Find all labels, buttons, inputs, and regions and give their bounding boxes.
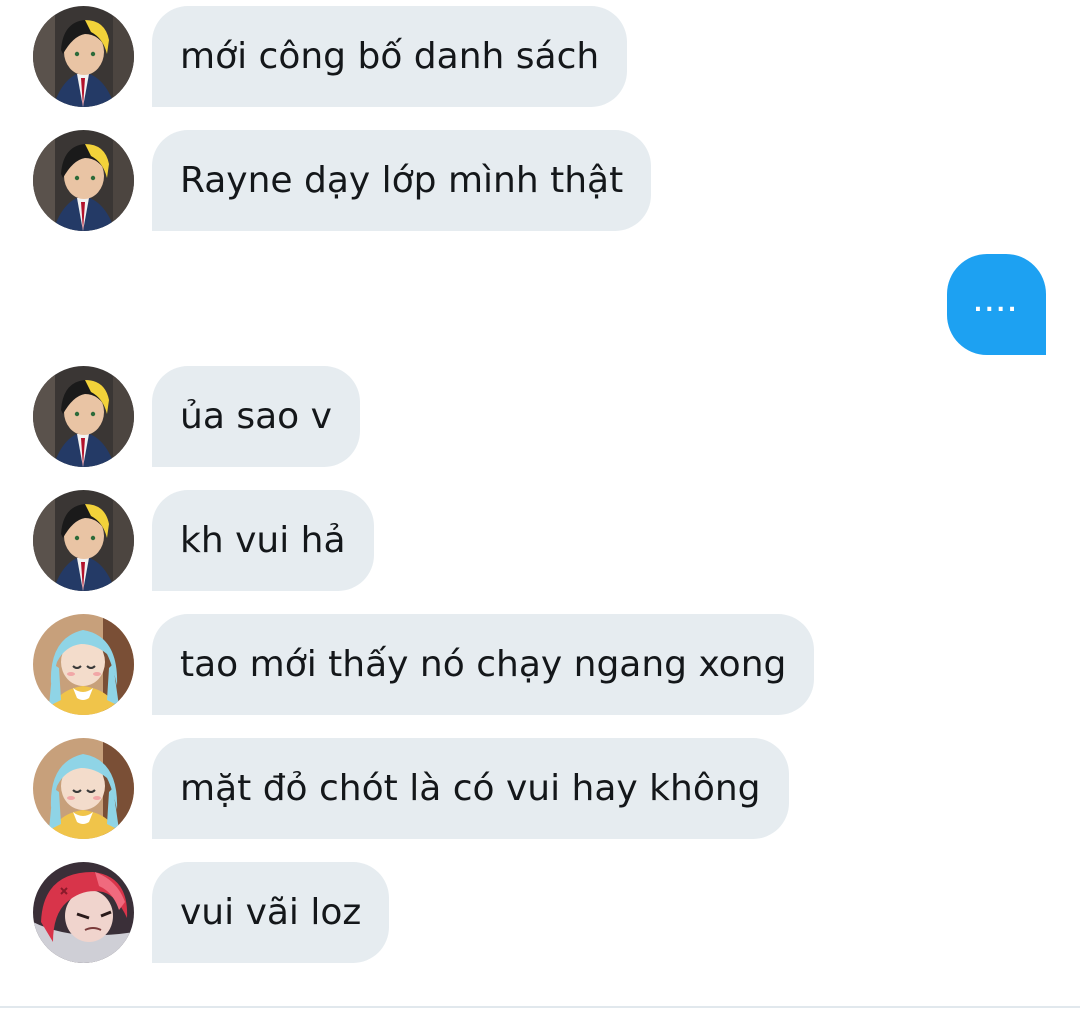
avatar[interactable] bbox=[33, 490, 134, 591]
message-text: ủa sao v bbox=[180, 396, 332, 437]
message-text: Rayne dạy lớp mình thật bbox=[180, 160, 624, 201]
message-bubble[interactable]: kh vui hả bbox=[152, 490, 374, 591]
message-bubble[interactable]: mới công bố danh sách bbox=[152, 6, 628, 107]
light-blue-haired-anime-avatar-icon bbox=[33, 614, 134, 715]
divider bbox=[0, 1006, 1080, 1008]
message-text: kh vui hả bbox=[180, 520, 346, 561]
message-text: tao mới thấy nó chạy ngang xong bbox=[180, 644, 787, 685]
message-bubble[interactable]: mặt đỏ chót là có vui hay không bbox=[152, 738, 789, 839]
message-bubble[interactable]: tao mới thấy nó chạy ngang xong bbox=[152, 614, 815, 715]
avatar[interactable] bbox=[33, 130, 134, 231]
message-bubble[interactable]: Rayne dạy lớp mình thật bbox=[152, 130, 652, 231]
message-text: mặt đỏ chót là có vui hay không bbox=[180, 768, 761, 809]
blonde-black-haired-anime-avatar-icon bbox=[33, 6, 134, 107]
outgoing-message-bubble[interactable]: .... bbox=[947, 254, 1046, 355]
blonde-black-haired-anime-avatar-icon bbox=[33, 366, 134, 467]
avatar[interactable] bbox=[33, 862, 134, 963]
message-bubble[interactable]: ủa sao v bbox=[152, 366, 360, 467]
message-row: Rayne dạy lớp mình thật bbox=[0, 130, 1080, 231]
message-bubble[interactable]: vui vãi loz bbox=[152, 862, 390, 963]
avatar[interactable] bbox=[33, 738, 134, 839]
avatar[interactable] bbox=[33, 6, 134, 107]
blonde-black-haired-anime-avatar-icon bbox=[33, 130, 134, 231]
message-row: mới công bố danh sách bbox=[0, 6, 1080, 107]
message-row: mặt đỏ chót là có vui hay không bbox=[0, 738, 1080, 839]
message-row: ủa sao v bbox=[0, 366, 1080, 467]
avatar[interactable] bbox=[33, 366, 134, 467]
avatar[interactable] bbox=[33, 614, 134, 715]
message-row: kh vui hả bbox=[0, 490, 1080, 591]
chat-thread: mới công bố danh sách Rayne dạy lớp mình… bbox=[0, 0, 1080, 1016]
light-blue-haired-anime-avatar-icon bbox=[33, 738, 134, 839]
message-row: vui vãi loz bbox=[0, 862, 1080, 963]
blonde-black-haired-anime-avatar-icon bbox=[33, 490, 134, 591]
red-haired-anime-avatar-icon bbox=[33, 862, 134, 963]
message-row: tao mới thấy nó chạy ngang xong bbox=[0, 614, 1080, 715]
message-text: .... bbox=[973, 292, 1020, 317]
message-text: vui vãi loz bbox=[180, 892, 362, 933]
message-text: mới công bố danh sách bbox=[180, 36, 600, 77]
